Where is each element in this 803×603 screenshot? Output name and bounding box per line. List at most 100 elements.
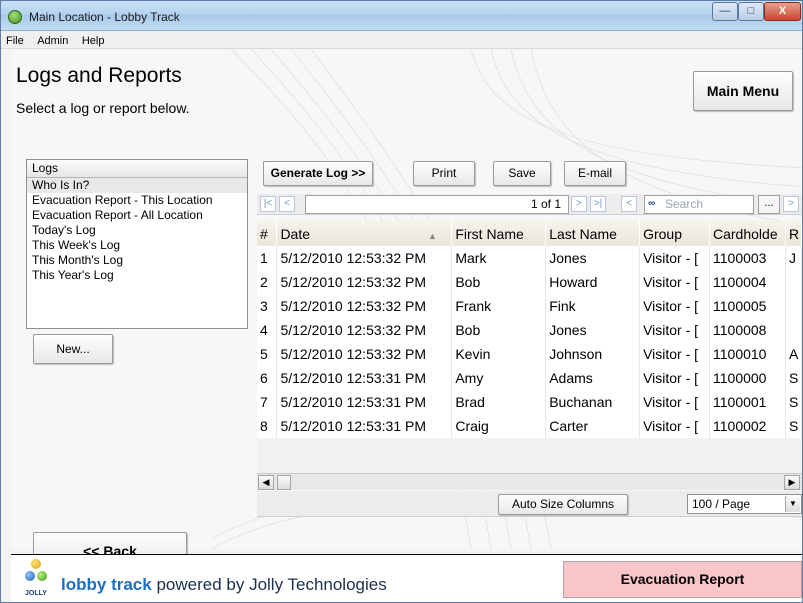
footer-bar: JOLLY lobby track powered by Jolly Techn…	[11, 554, 802, 602]
cell-number: 5	[257, 342, 278, 366]
cell-group: Visitor - [	[639, 390, 710, 414]
cell-date: 5/12/2010 12:53:32 PM	[276, 246, 453, 270]
last-page-icon[interactable]: >|	[590, 196, 606, 212]
table-row[interactable]: 2 5/12/2010 12:53:32 PM Bob Howard Visit…	[257, 270, 802, 294]
cell-cardholder: 1100004	[709, 270, 786, 294]
column-header-cardholder[interactable]: Cardholde	[709, 221, 786, 246]
cell-first-name: Craig	[451, 414, 547, 438]
page-subtitle: Select a log or report below.	[16, 100, 190, 116]
cell-r: A	[785, 342, 802, 366]
table-row[interactable]: 5 5/12/2010 12:53:32 PM Kevin Johnson Vi…	[257, 342, 802, 366]
cell-r	[785, 270, 802, 294]
cell-last-name: Adams	[545, 366, 641, 390]
cell-number: 3	[257, 294, 278, 318]
cell-number: 1	[257, 246, 278, 270]
scroll-left-icon[interactable]: ◀	[258, 475, 274, 490]
sort-ascending-icon: ▲	[428, 230, 437, 241]
jolly-logo-text: JOLLY	[25, 590, 47, 597]
log-item-this-months-log[interactable]: This Month's Log	[27, 253, 247, 268]
cell-r	[785, 294, 802, 318]
back-arrow-icon[interactable]: <	[621, 196, 637, 212]
cell-date: 5/12/2010 12:53:31 PM	[276, 414, 453, 438]
window-title: Main Location - Lobby Track	[29, 10, 180, 24]
page-title: Logs and Reports	[16, 64, 182, 87]
cell-number: 8	[257, 414, 278, 438]
minimize-button[interactable]: —	[712, 2, 738, 21]
chevron-down-icon[interactable]: ▼	[785, 496, 800, 512]
email-button[interactable]: E-mail	[564, 161, 626, 186]
column-header-date-label: Date	[280, 225, 311, 242]
page-size-select[interactable]: 100 / Page ▼	[687, 494, 802, 514]
cell-group: Visitor - [	[639, 318, 710, 342]
log-item-who-is-in[interactable]: Who Is In?	[27, 178, 247, 193]
cell-number: 2	[257, 270, 278, 294]
cell-group: Visitor - [	[639, 366, 710, 390]
cell-cardholder: 1100001	[709, 390, 786, 414]
next-page-icon[interactable]: >	[571, 196, 587, 212]
log-item-evac-this-location[interactable]: Evacuation Report - This Location	[27, 193, 247, 208]
app-icon	[8, 10, 22, 24]
menu-help[interactable]: Help	[77, 33, 109, 47]
page-size-value: 100 / Page	[692, 497, 751, 511]
cell-number: 7	[257, 390, 278, 414]
column-header-number[interactable]: #	[257, 221, 278, 246]
cell-first-name: Brad	[451, 390, 547, 414]
log-item-evac-all-location[interactable]: Evacuation Report - All Location	[27, 208, 247, 223]
cell-cardholder: 1100003	[709, 246, 786, 270]
column-header-first-name[interactable]: First Name	[451, 221, 547, 246]
print-button[interactable]: Print	[413, 161, 475, 186]
table-row[interactable]: 7 5/12/2010 12:53:31 PM Brad Buchanan Vi…	[257, 390, 802, 414]
prev-page-icon[interactable]: <	[279, 196, 295, 212]
maximize-button[interactable]: □	[738, 2, 764, 21]
table-row[interactable]: 1 5/12/2010 12:53:32 PM Mark Jones Visit…	[257, 246, 802, 270]
brand-track: track	[111, 575, 152, 594]
table-row[interactable]: 8 5/12/2010 12:53:31 PM Craig Carter Vis…	[257, 414, 802, 438]
app-window: Main Location - Lobby Track — □ X File A…	[0, 0, 803, 603]
table-row[interactable]: 3 5/12/2010 12:53:32 PM Frank Fink Visit…	[257, 294, 802, 318]
new-log-button[interactable]: New...	[33, 334, 113, 364]
cell-group: Visitor - [	[639, 246, 710, 270]
cell-r: J	[785, 246, 802, 270]
cell-last-name: Jones	[545, 318, 641, 342]
evacuation-report-button[interactable]: Evacuation Report	[563, 561, 802, 598]
cell-first-name: Mark	[451, 246, 547, 270]
forward-arrow-icon[interactable]: >	[783, 196, 799, 212]
cell-group: Visitor - [	[639, 270, 710, 294]
cell-date: 5/12/2010 12:53:32 PM	[276, 318, 453, 342]
scroll-right-icon[interactable]: ▶	[784, 475, 800, 490]
cell-r: S	[785, 390, 802, 414]
menu-file[interactable]: File	[1, 33, 28, 47]
cell-r: S	[785, 366, 802, 390]
first-page-icon[interactable]: |<	[260, 196, 276, 212]
table-row[interactable]: 4 5/12/2010 12:53:32 PM Bob Jones Visito…	[257, 318, 802, 342]
logs-list: Logs Who Is In? Evacuation Report - This…	[26, 159, 248, 329]
horizontal-scrollbar[interactable]: ◀ ▶	[257, 473, 802, 490]
cell-group: Visitor - [	[639, 294, 710, 318]
column-header-last-name[interactable]: Last Name	[545, 221, 641, 246]
table-row[interactable]: 6 5/12/2010 12:53:31 PM Amy Adams Visito…	[257, 366, 802, 390]
scrollbar-thumb[interactable]	[277, 475, 291, 490]
generate-log-button[interactable]: Generate Log >>	[263, 161, 373, 186]
column-header-r[interactable]: R	[785, 221, 802, 246]
menu-bar: File Admin Help	[1, 31, 802, 49]
auto-size-columns-button[interactable]: Auto Size Columns	[498, 494, 628, 515]
close-button[interactable]: X	[764, 2, 801, 21]
menu-admin[interactable]: Admin	[32, 33, 72, 47]
save-button[interactable]: Save	[493, 161, 551, 186]
search-input[interactable]: Search	[644, 195, 754, 214]
column-header-group[interactable]: Group	[639, 221, 710, 246]
more-options-button[interactable]: ...	[758, 195, 780, 214]
log-item-todays-log[interactable]: Today's Log	[27, 223, 247, 238]
cell-first-name: Bob	[451, 318, 547, 342]
cell-first-name: Bob	[451, 270, 547, 294]
cell-cardholder: 1100000	[709, 366, 786, 390]
log-item-this-years-log[interactable]: This Year's Log	[27, 268, 247, 283]
logs-list-header: Logs	[27, 160, 247, 178]
column-header-date[interactable]: Date ▲	[276, 221, 453, 246]
log-item-this-weeks-log[interactable]: This Week's Log	[27, 238, 247, 253]
cell-cardholder: 1100005	[709, 294, 786, 318]
main-menu-button[interactable]: Main Menu	[693, 71, 793, 111]
cell-last-name: Johnson	[545, 342, 641, 366]
navigation-bar: |< < 1 of 1 > >| < Search ∞ ... >	[257, 194, 802, 215]
cell-number: 6	[257, 366, 278, 390]
